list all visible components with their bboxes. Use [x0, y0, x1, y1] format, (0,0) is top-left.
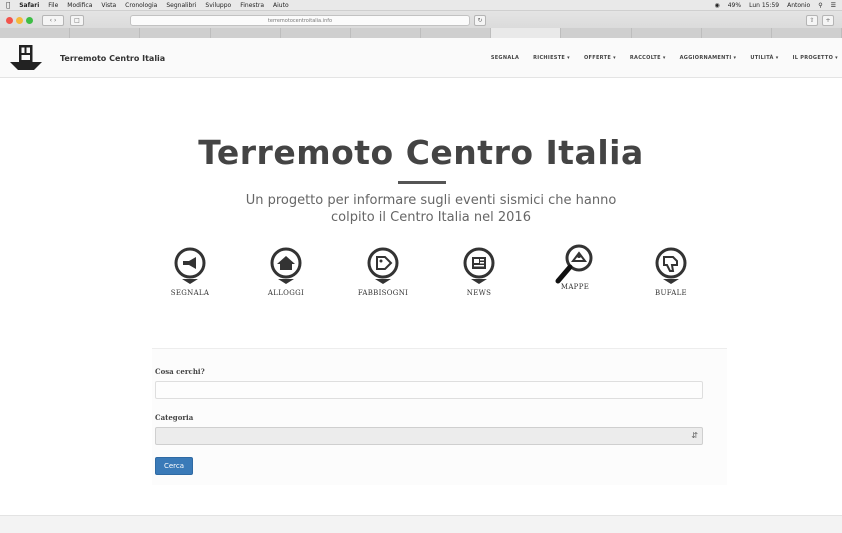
browser-tab[interactable]: [70, 28, 141, 38]
address-bar[interactable]: terremotocentroitalia.info: [130, 15, 470, 26]
share-button[interactable]: ⇧: [806, 15, 818, 26]
site-logo[interactable]: [8, 40, 44, 76]
menu-vista[interactable]: Vista: [101, 2, 116, 9]
close-window-button[interactable]: [6, 17, 13, 24]
browser-tab[interactable]: [350, 28, 422, 38]
menu-aiuto[interactable]: Aiuto: [273, 2, 289, 9]
new-tab-button[interactable]: +: [822, 15, 834, 26]
user-name[interactable]: Antonio: [787, 2, 810, 9]
notification-icon[interactable]: ☰: [831, 2, 836, 9]
menu-cronologia[interactable]: Cronologia: [125, 2, 157, 9]
nav-richieste[interactable]: RICHIESTE ▾: [533, 55, 570, 61]
feature-label-segnala: SEGNALA: [170, 289, 210, 297]
wifi-icon[interactable]: ◉: [714, 2, 719, 9]
feature-news[interactable]: NEWS: [439, 247, 519, 297]
menu-file[interactable]: File: [48, 2, 58, 9]
apple-icon[interactable]: : [6, 1, 10, 9]
sidebar-button[interactable]: □: [70, 15, 84, 26]
mac-menubar:  Safari File Modifica Vista Cronologia …: [0, 0, 842, 11]
browser-tab[interactable]: [701, 28, 772, 38]
page-title: Terremoto Centro Italia: [198, 133, 644, 172]
clock[interactable]: Lun 15:59: [749, 2, 779, 9]
browser-tab[interactable]: [631, 28, 702, 38]
site-menu: SEGNALA RICHIESTE ▾ OFFERTE ▾ RACCOLTE ▾…: [491, 55, 838, 61]
feature-mappe[interactable]: MAPPE: [535, 244, 615, 291]
subtitle-line-2: colpito il Centro Italia nel 2016: [331, 210, 531, 225]
browser-tab[interactable]: [140, 28, 211, 38]
subtitle-line-1: Un progetto per informare sugli eventi s…: [245, 193, 617, 208]
browser-tab[interactable]: [421, 28, 492, 38]
menu-finestra[interactable]: Finestra: [240, 2, 264, 9]
zoom-window-button[interactable]: [26, 17, 33, 24]
nav-segnala[interactable]: SEGNALA: [491, 55, 519, 61]
search-button[interactable]: Cerca: [155, 457, 193, 475]
battery-percent[interactable]: 49%: [728, 2, 741, 9]
spotlight-icon[interactable]: ⚲: [818, 2, 822, 9]
feature-label-news: NEWS: [466, 289, 492, 297]
feature-bufale[interactable]: BUFALE: [631, 247, 711, 297]
feature-label-fabbisogni: FABBISOGNI: [357, 289, 409, 297]
nav-aggiornamenti[interactable]: AGGIORNAMENTI ▾: [680, 55, 737, 61]
feature-label-bufale: BUFALE: [655, 289, 687, 297]
feature-icon-row: SEGNALA ALLOGGI FABBISOGNI NEWS MAPPE BU…: [150, 244, 711, 307]
menu-sviluppo[interactable]: Sviluppo: [205, 2, 231, 9]
query-label: Cosa cerchi?: [155, 367, 205, 376]
feature-label-mappe: MAPPE: [560, 283, 590, 291]
feature-label-alloggi: ALLOGGI: [267, 289, 305, 297]
search-form: [152, 348, 727, 485]
menu-segnalibri[interactable]: Segnalibri: [166, 2, 196, 9]
nav-raccolte[interactable]: RACCOLTE ▾: [630, 55, 666, 61]
minimize-window-button[interactable]: [16, 17, 23, 24]
browser-tab[interactable]: [280, 28, 351, 38]
tag-icon: [367, 247, 399, 284]
title-divider: [398, 181, 446, 184]
category-label: Categoria: [155, 413, 194, 422]
browser-tab[interactable]: [771, 28, 842, 38]
tab-bar: [0, 28, 842, 38]
window-controls: [6, 17, 33, 24]
reload-button[interactable]: ↻: [474, 15, 486, 26]
newspaper-icon: [463, 247, 495, 284]
browser-tab[interactable]: [491, 28, 562, 38]
feature-fabbisogni[interactable]: FABBISOGNI: [343, 247, 423, 297]
page-footer: [0, 515, 842, 533]
thumbs-down-icon: [655, 247, 687, 284]
browser-tab[interactable]: [210, 28, 281, 38]
status-area: ◉ 49% Lun 15:59 Antonio ⚲ ☰: [706, 0, 836, 11]
site-navbar: Terremoto Centro Italia SEGNALA RICHIEST…: [0, 38, 842, 78]
nav-utilita[interactable]: UTILITÀ ▾: [750, 55, 778, 61]
back-forward-buttons[interactable]: ‹ ›: [42, 15, 64, 26]
map-search-icon: [555, 244, 593, 284]
nav-il-progetto[interactable]: IL PROGETTO ▾: [793, 55, 838, 61]
query-input[interactable]: [155, 381, 703, 399]
category-select[interactable]: ⇵: [155, 427, 703, 445]
nav-offerte[interactable]: OFFERTE ▾: [584, 55, 616, 61]
select-arrows-icon: ⇵: [691, 431, 698, 440]
site-brand[interactable]: Terremoto Centro Italia: [60, 54, 165, 63]
page-subtitle: Un progetto per informare sugli eventi s…: [221, 192, 641, 226]
browser-tab[interactable]: [0, 28, 71, 38]
house-icon: [270, 247, 302, 284]
browser-window:  Safari File Modifica Vista Cronologia …: [0, 0, 842, 533]
megaphone-icon: [174, 247, 206, 284]
browser-toolbar: ‹ › □ terremotocentroitalia.info ↻ ⇧ +: [0, 11, 842, 38]
menu-safari[interactable]: Safari: [19, 2, 39, 9]
menu-modifica[interactable]: Modifica: [67, 2, 92, 9]
browser-tab[interactable]: [561, 28, 632, 38]
feature-segnala[interactable]: SEGNALA: [150, 247, 230, 297]
feature-alloggi[interactable]: ALLOGGI: [246, 247, 326, 297]
